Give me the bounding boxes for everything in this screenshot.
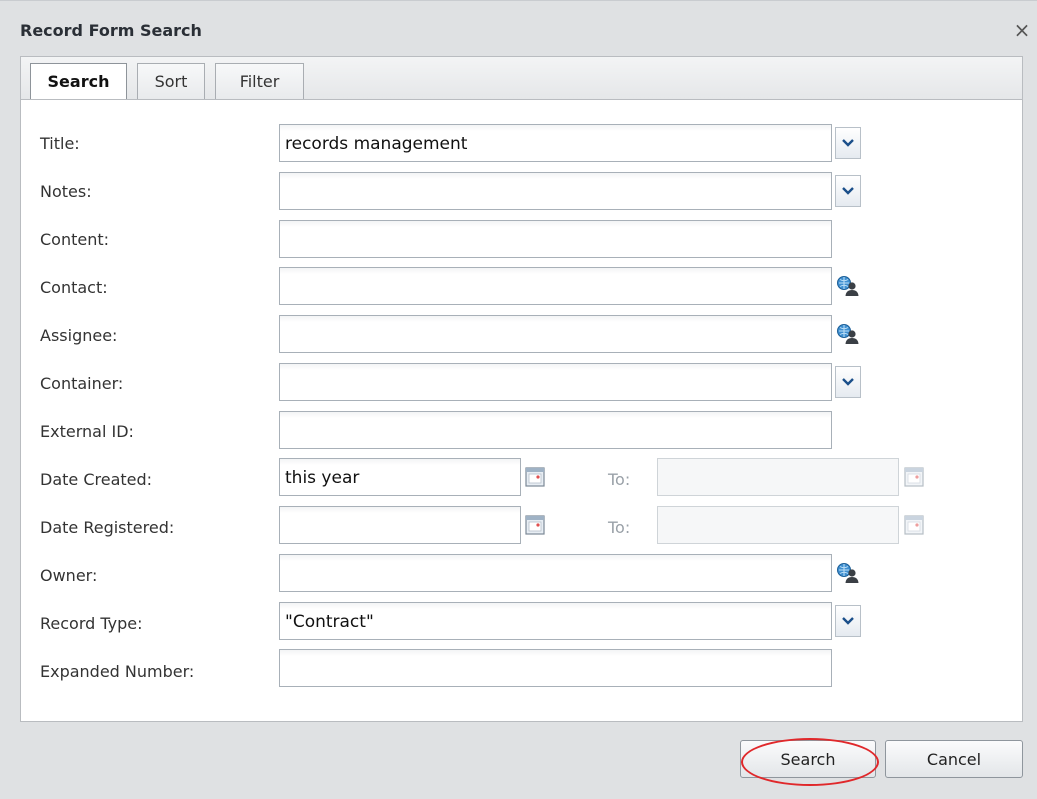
external-id-label: External ID: <box>40 422 134 441</box>
contact-lookup-icon <box>837 324 859 344</box>
close-icon[interactable]: × <box>1013 19 1031 41</box>
calendar-icon <box>904 467 924 487</box>
calendar-icon <box>904 515 924 535</box>
assignee-lookup-button[interactable] <box>834 317 862 351</box>
record-type-label: Record Type: <box>40 614 143 633</box>
contact-field[interactable] <box>279 267 832 305</box>
contact-label: Contact: <box>40 278 108 297</box>
cancel-button[interactable]: Cancel <box>885 740 1023 778</box>
assignee-label: Assignee: <box>40 326 118 345</box>
dialog-titlebar: Record Form Search × <box>0 1 1037 45</box>
tab-bar: Search Sort Filter <box>20 56 1023 101</box>
date-registered-to-calendar-button[interactable] <box>900 508 928 542</box>
search-button[interactable]: Search <box>740 740 876 778</box>
assignee-field[interactable] <box>279 315 832 353</box>
tab-filter[interactable]: Filter <box>215 63 304 100</box>
date-created-from-field[interactable]: this year <box>279 458 521 496</box>
notes-dropdown-button[interactable] <box>834 174 862 208</box>
contact-lookup-button[interactable] <box>834 269 862 303</box>
date-registered-label: Date Registered: <box>40 518 175 537</box>
owner-label: Owner: <box>40 566 98 585</box>
chevron-down-icon <box>842 187 854 195</box>
content-label: Content: <box>40 230 110 249</box>
external-id-field[interactable] <box>279 411 832 449</box>
expanded-number-label: Expanded Number: <box>40 662 195 681</box>
date-registered-to-field[interactable] <box>657 506 899 544</box>
tab-sort[interactable]: Sort <box>137 63 205 100</box>
title-label: Title: <box>40 134 80 153</box>
title-dropdown-button[interactable] <box>834 126 862 160</box>
calendar-icon <box>525 515 545 535</box>
chevron-down-icon <box>842 139 854 147</box>
date-created-label: Date Created: <box>40 470 153 489</box>
container-label: Container: <box>40 374 124 393</box>
contact-lookup-icon <box>837 276 859 296</box>
container-field[interactable] <box>279 363 832 401</box>
tab-search[interactable]: Search <box>30 63 127 101</box>
owner-field[interactable] <box>279 554 832 592</box>
record-type-dropdown-button[interactable] <box>834 604 862 638</box>
dialog-title: Record Form Search <box>20 21 202 40</box>
date-created-to-label: To: <box>608 470 631 489</box>
date-created-to-calendar-button[interactable] <box>900 460 928 494</box>
owner-lookup-button[interactable] <box>834 556 862 590</box>
date-registered-from-calendar-button[interactable] <box>521 508 549 542</box>
container-dropdown-button[interactable] <box>834 365 862 399</box>
search-form-panel: Title: records management Notes: Content… <box>20 99 1023 722</box>
content-field[interactable] <box>279 220 832 258</box>
calendar-icon <box>525 467 545 487</box>
date-created-from-calendar-button[interactable] <box>521 460 549 494</box>
notes-field[interactable] <box>279 172 832 210</box>
record-type-field[interactable]: "Contract" <box>279 602 832 640</box>
record-form-search-dialog: Record Form Search × Search Sort Filter … <box>0 0 1037 799</box>
contact-lookup-icon <box>837 563 859 583</box>
chevron-down-icon <box>842 378 854 386</box>
date-registered-to-label: To: <box>608 518 631 537</box>
date-registered-from-field[interactable] <box>279 506 521 544</box>
chevron-down-icon <box>842 617 854 625</box>
date-created-to-field[interactable] <box>657 458 899 496</box>
notes-label: Notes: <box>40 182 92 201</box>
title-field[interactable]: records management <box>279 124 832 162</box>
expanded-number-field[interactable] <box>279 649 832 687</box>
